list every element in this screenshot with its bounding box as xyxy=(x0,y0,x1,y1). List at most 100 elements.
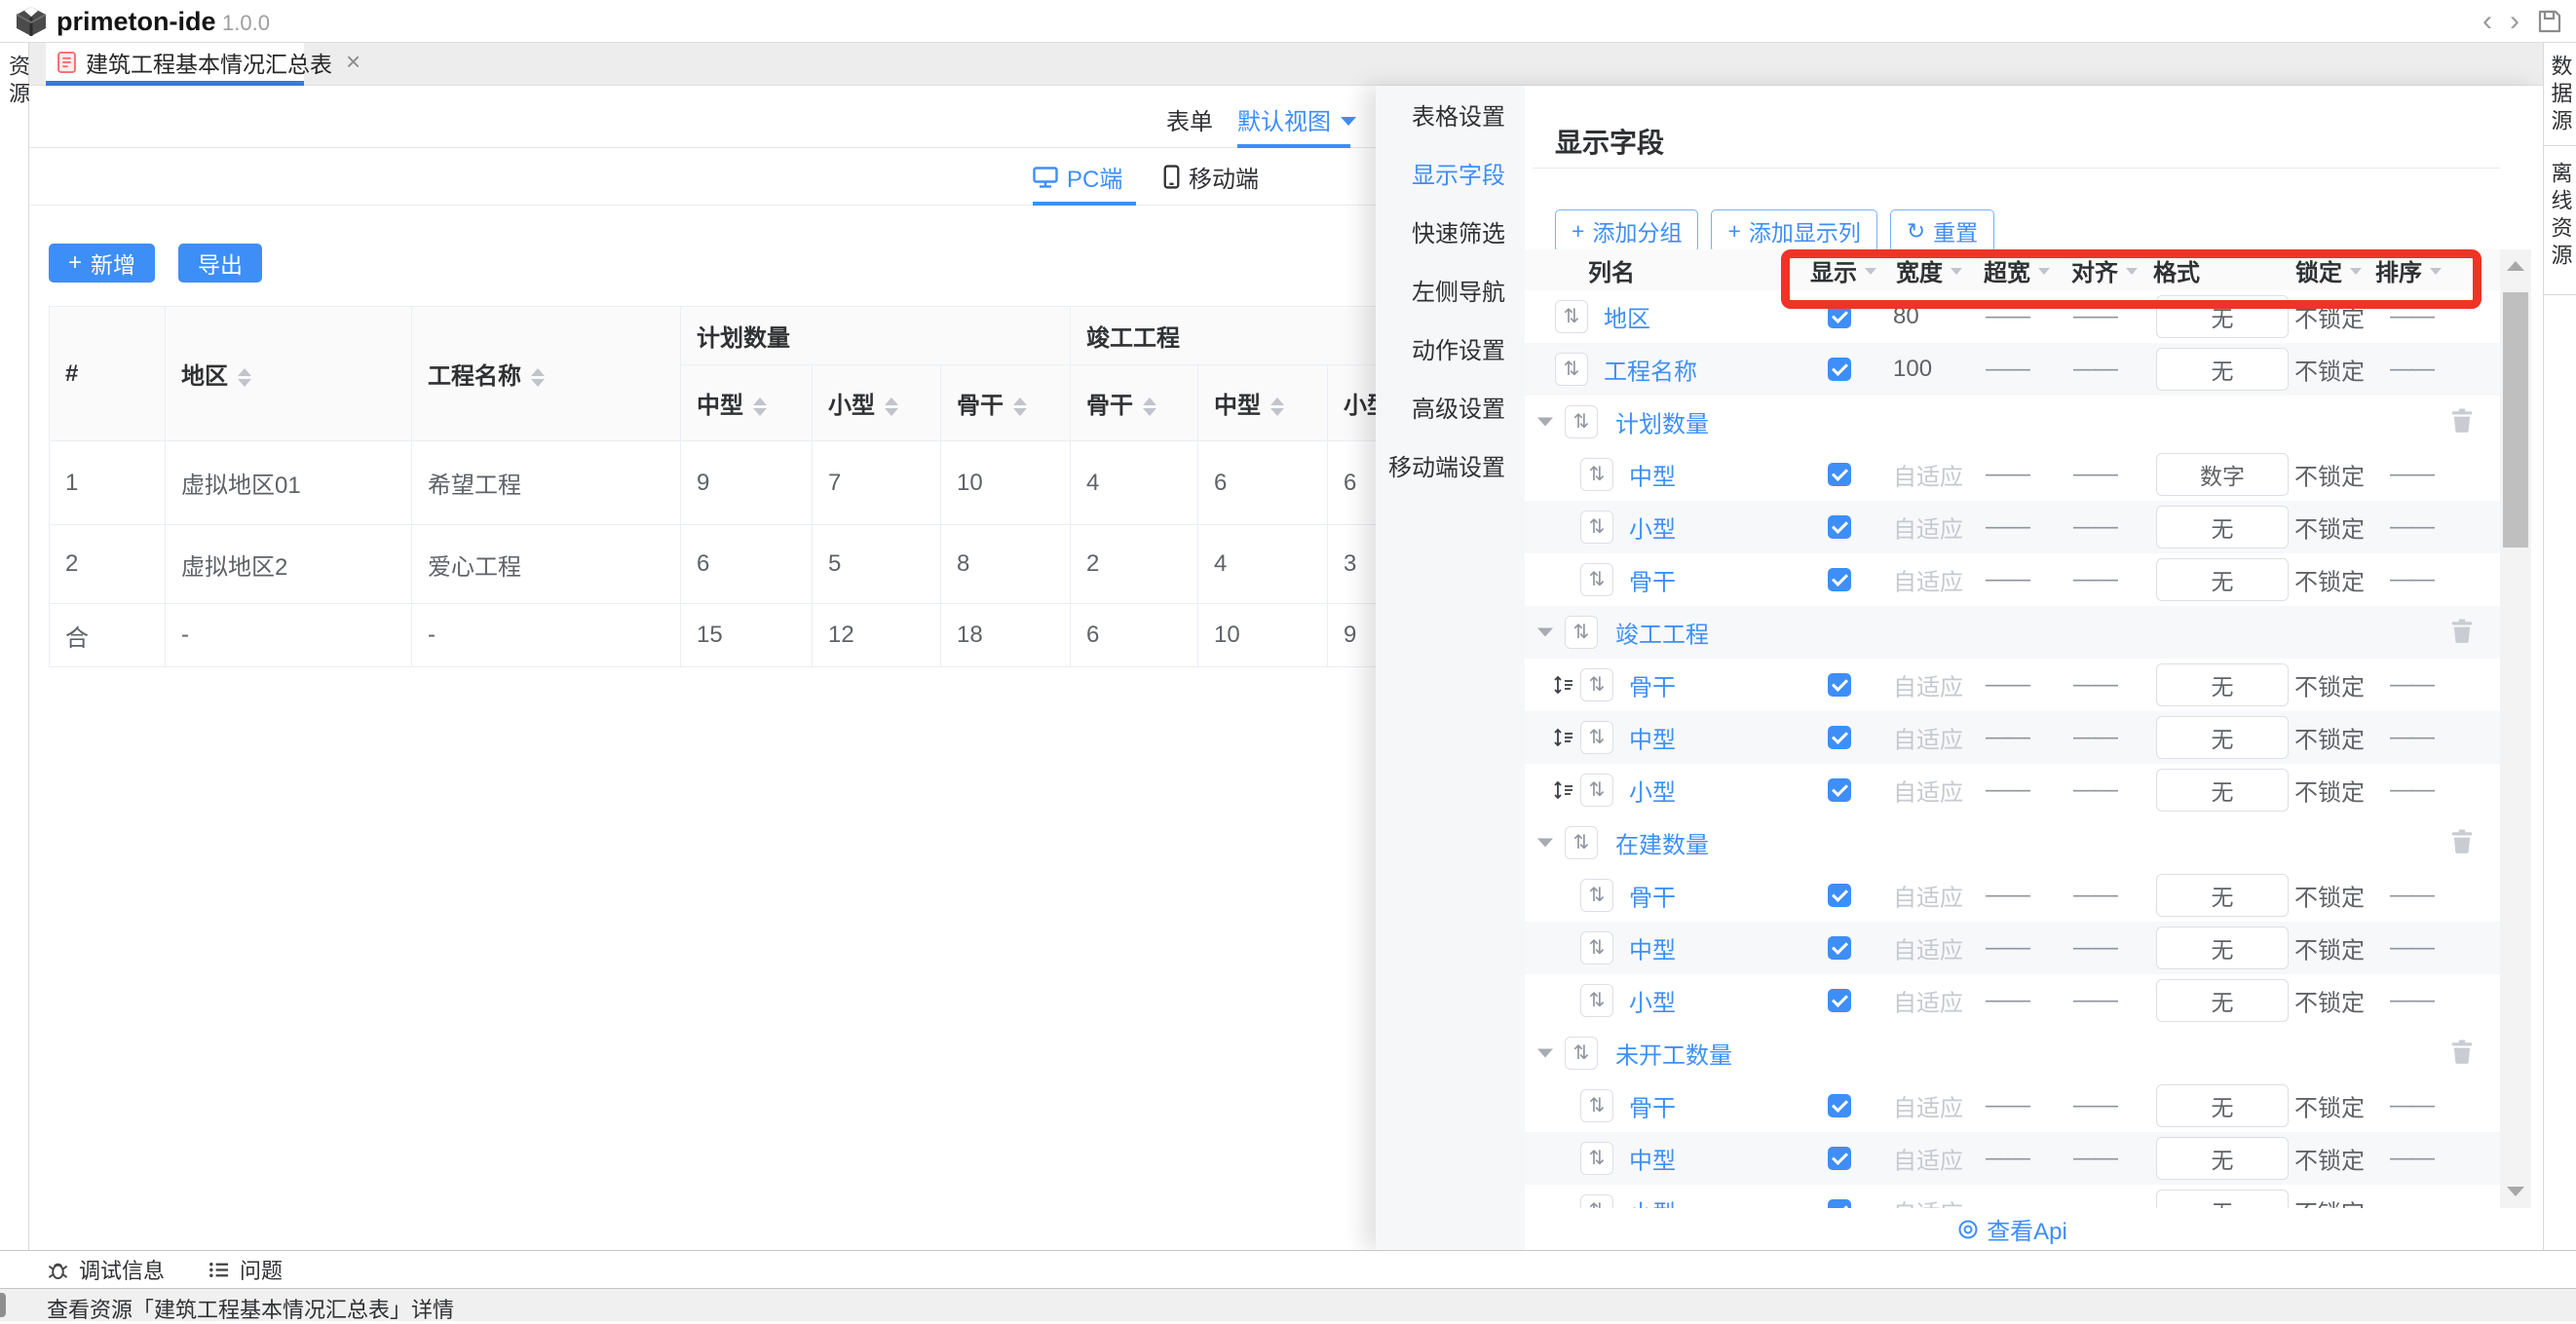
settings-menu-item[interactable]: 移动端设置 xyxy=(1376,439,1525,498)
overwide-value[interactable]: —— xyxy=(1986,461,2028,488)
field-convert-button[interactable]: ⇅ xyxy=(1565,405,1598,438)
collapse-caret-icon[interactable] xyxy=(1537,628,1553,637)
lock-value[interactable]: 不锁定 xyxy=(2294,300,2365,334)
sort-arrows-icon[interactable] xyxy=(885,397,898,416)
field-convert-button[interactable]: ⇅ xyxy=(1565,616,1598,649)
lock-value[interactable]: 不锁定 xyxy=(2294,721,2365,755)
add-group-button[interactable]: + 添加分组 xyxy=(1555,209,1698,252)
lock-value[interactable]: 不锁定 xyxy=(2294,931,2365,965)
display-checkbox[interactable] xyxy=(1828,305,1851,328)
sort-arrows-icon[interactable] xyxy=(238,368,251,387)
lock-value[interactable]: 不锁定 xyxy=(2294,511,2365,545)
align-value[interactable]: —— xyxy=(2073,461,2116,488)
sort-value[interactable]: —— xyxy=(2390,566,2433,593)
overwide-value[interactable]: —— xyxy=(1986,1092,2028,1119)
field-convert-button[interactable]: ⇅ xyxy=(1580,668,1613,701)
collapse-caret-icon[interactable] xyxy=(1537,1049,1553,1058)
overwide-value[interactable]: —— xyxy=(1986,776,2028,804)
delete-icon[interactable] xyxy=(2450,829,2476,856)
format-select[interactable]: 无 xyxy=(2156,506,2289,549)
settings-menu-item[interactable]: 左侧导航 xyxy=(1376,264,1525,322)
display-checkbox[interactable] xyxy=(1828,515,1851,539)
width-value[interactable]: 自适应 xyxy=(1893,458,1963,492)
width-value[interactable]: 100 xyxy=(1893,356,1932,383)
display-checkbox[interactable] xyxy=(1828,358,1851,381)
lock-value[interactable]: 不锁定 xyxy=(2294,774,2365,808)
fields-header-dropdown[interactable]: 宽度 xyxy=(1896,249,1962,290)
align-value[interactable]: —— xyxy=(2073,987,2116,1014)
display-checkbox[interactable] xyxy=(1828,568,1851,591)
sort-arrows-icon[interactable] xyxy=(1270,397,1284,416)
overwide-value[interactable]: —— xyxy=(1986,987,2028,1014)
overwide-value[interactable]: —— xyxy=(1986,671,2028,699)
sub-column-header[interactable]: 中型 xyxy=(1198,365,1328,441)
settings-menu-item[interactable]: 显示字段 xyxy=(1376,147,1525,206)
format-select[interactable]: 无 xyxy=(2156,979,2289,1022)
add-display-column-button[interactable]: + 添加显示列 xyxy=(1711,209,1876,252)
field-convert-button[interactable]: ⇅ xyxy=(1580,511,1613,544)
field-convert-button[interactable]: ⇅ xyxy=(1580,931,1613,965)
delete-icon[interactable] xyxy=(2450,1040,2476,1067)
fields-header-dropdown[interactable]: 对齐 xyxy=(2071,249,2138,290)
field-convert-button[interactable]: ⇅ xyxy=(1580,563,1613,596)
field-convert-button[interactable]: ⇅ xyxy=(1580,879,1613,912)
align-value[interactable]: —— xyxy=(2073,882,2116,909)
field-name-link[interactable]: 工程名称 xyxy=(1604,353,1697,387)
width-value[interactable]: 自适应 xyxy=(1893,1194,1963,1209)
sidebar-tab-offline-resources[interactable]: 离线资源 xyxy=(2544,146,2576,295)
debug-info-item[interactable]: 调试信息 xyxy=(47,1254,165,1285)
overwide-value[interactable]: —— xyxy=(1986,513,2028,541)
document-tab[interactable]: 建筑工程基本情况汇总表 × xyxy=(46,43,304,81)
field-name-link[interactable]: 中型 xyxy=(1629,1142,1676,1176)
width-value[interactable]: 自适应 xyxy=(1893,511,1963,545)
overwide-value[interactable]: —— xyxy=(1986,303,2028,330)
display-checkbox[interactable] xyxy=(1828,726,1851,749)
format-select[interactable]: 无 xyxy=(2156,769,2289,812)
format-select[interactable]: 无 xyxy=(2156,663,2289,706)
display-checkbox[interactable] xyxy=(1828,1094,1851,1117)
field-convert-button[interactable]: ⇅ xyxy=(1565,1037,1598,1070)
fields-header-dropdown[interactable]: 显示 xyxy=(1810,249,1876,290)
default-view-dropdown[interactable]: 默认视图 xyxy=(1237,102,1356,136)
sort-value[interactable]: —— xyxy=(2390,1145,2433,1172)
sort-value[interactable]: —— xyxy=(2390,1197,2433,1208)
delete-icon[interactable] xyxy=(2450,408,2476,435)
lock-value[interactable]: 不锁定 xyxy=(2294,1142,2365,1176)
overwide-value[interactable]: —— xyxy=(1986,1145,2028,1172)
fields-header-dropdown[interactable]: 排序 xyxy=(2375,249,2442,290)
sort-value[interactable]: —— xyxy=(2390,724,2433,751)
lock-value[interactable]: 不锁定 xyxy=(2294,563,2365,597)
sort-value[interactable]: —— xyxy=(2390,987,2433,1014)
width-value[interactable]: 自适应 xyxy=(1893,774,1963,808)
drag-sort-icon[interactable] xyxy=(1553,674,1574,696)
sort-value[interactable]: —— xyxy=(2390,671,2433,699)
field-convert-button[interactable]: ⇅ xyxy=(1580,458,1613,491)
width-value[interactable]: 自适应 xyxy=(1893,931,1963,965)
sort-arrows-icon[interactable] xyxy=(1013,397,1027,416)
align-value[interactable]: —— xyxy=(2073,303,2116,330)
delete-icon[interactable] xyxy=(2450,619,2476,646)
overwide-value[interactable]: —— xyxy=(1986,566,2028,593)
display-checkbox[interactable] xyxy=(1828,778,1851,802)
fields-header-dropdown[interactable]: 锁定 xyxy=(2295,249,2362,290)
field-name-link[interactable]: 骨干 xyxy=(1629,563,1676,597)
align-value[interactable]: —— xyxy=(2073,356,2116,383)
field-name-link[interactable]: 中型 xyxy=(1629,721,1676,755)
field-convert-button[interactable]: ⇅ xyxy=(1580,774,1613,807)
width-value[interactable]: 自适应 xyxy=(1893,563,1963,597)
align-value[interactable]: —— xyxy=(2073,1145,2116,1172)
tab-pc[interactable]: PC端 xyxy=(1033,160,1122,194)
group-name-link[interactable]: 竣工工程 xyxy=(1615,616,1709,650)
lock-value[interactable]: 不锁定 xyxy=(2294,1194,2365,1209)
overwide-value[interactable]: —— xyxy=(1986,356,2028,383)
field-convert-button[interactable]: ⇅ xyxy=(1555,353,1588,386)
field-name-link[interactable]: 中型 xyxy=(1629,458,1676,492)
sub-column-header[interactable]: 中型 xyxy=(681,365,813,441)
view-api-link[interactable]: 查看Api xyxy=(1957,1212,2067,1246)
overwide-value[interactable]: —— xyxy=(1986,882,2028,909)
sub-column-header[interactable]: 骨干 xyxy=(1071,365,1198,441)
sub-column-header[interactable]: 小型 xyxy=(1328,365,1376,441)
lock-value[interactable]: 不锁定 xyxy=(2294,458,2365,492)
drag-sort-icon[interactable] xyxy=(1553,727,1574,748)
field-name-link[interactable]: 中型 xyxy=(1629,931,1676,965)
